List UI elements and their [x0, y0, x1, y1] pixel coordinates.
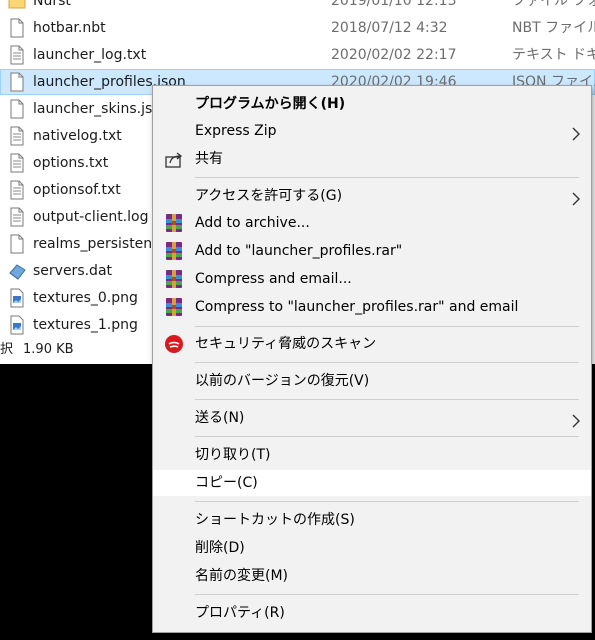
menu-item-label: 削除(D)	[195, 540, 245, 556]
file-name: servers.dat	[33, 263, 113, 279]
menu-separator	[195, 501, 579, 502]
menu-item[interactable]: Add to archive...	[153, 210, 591, 236]
file-icon	[8, 99, 26, 119]
file-date: 2019/01/10 12:13	[331, 0, 457, 9]
file-row[interactable]: Nurst 2019/01/10 12:13 ファイル フォルダー	[0, 0, 595, 14]
menu-item-label: コピー(C)	[195, 475, 258, 491]
menu-item[interactable]: プログラムから開く(H)	[153, 91, 591, 117]
menu-item-label: 送る(N)	[195, 410, 245, 426]
menu-separator	[195, 362, 579, 363]
menu-item[interactable]: 名前の変更(M)	[153, 563, 591, 589]
text-file-icon	[8, 126, 26, 146]
menu-item[interactable]: Compress to "launcher_profiles.rar" and …	[153, 294, 591, 320]
menu-item-label: プロパティ(R)	[195, 605, 285, 621]
menu-item[interactable]: ショートカットの作成(S)	[153, 507, 591, 533]
menu-separator	[195, 436, 579, 437]
chevron-right-icon	[571, 411, 581, 428]
winrar-icon	[164, 241, 184, 261]
menu-item-label: プログラムから開く(H)	[195, 96, 346, 112]
menu-item-label: Add to "launcher_profiles.rar"	[195, 243, 403, 259]
share-icon	[164, 149, 184, 169]
security-scan-icon	[164, 334, 184, 354]
file-type: テキスト ドキュメント	[512, 47, 595, 63]
chevron-right-icon	[571, 189, 581, 206]
menu-item-label: 名前の変更(M)	[195, 568, 289, 584]
winrar-icon	[164, 297, 184, 317]
chevron-right-icon	[571, 124, 581, 141]
menu-item-label: Compress and email...	[195, 271, 352, 287]
status-size: 1.90 KB	[23, 342, 74, 357]
file-name: nativelog.txt	[33, 128, 122, 144]
menu-item-label: アクセスを許可する(G)	[195, 188, 343, 204]
menu-item[interactable]: コピー(C)	[153, 470, 591, 496]
menu-item-label: ショートカットの作成(S)	[195, 512, 355, 528]
file-row[interactable]: hotbar.nbt 2018/07/12 4:32 NBT ファイル	[0, 15, 595, 41]
status-selection: 択	[0, 342, 14, 357]
file-type: ファイル フォルダー	[512, 0, 595, 9]
file-date: 2020/02/02 22:17	[331, 47, 457, 63]
menu-separator	[195, 594, 579, 595]
winrar-icon	[164, 213, 184, 233]
menu-item[interactable]: 送る(N)	[153, 405, 591, 431]
file-name: textures_1.png	[33, 317, 138, 333]
text-file-icon	[8, 207, 26, 227]
file-date: 2018/07/12 4:32	[331, 20, 448, 36]
file-name: Nurst	[33, 0, 71, 9]
folder-icon	[8, 0, 26, 11]
menu-item-label: Express Zip	[195, 123, 277, 139]
file-icon	[8, 234, 26, 254]
file-type: NBT ファイル	[512, 20, 595, 36]
menu-item[interactable]: セキュリティ脅威のスキャン	[153, 331, 591, 357]
menu-item[interactable]: 以前のバージョンの復元(V)	[153, 368, 591, 394]
menu-item-label: Add to archive...	[195, 215, 310, 231]
file-name: options.txt	[33, 155, 109, 171]
winrar-icon	[164, 269, 184, 289]
menu-item[interactable]: 切り取り(T)	[153, 442, 591, 468]
menu-item[interactable]: プロパティ(R)	[153, 600, 591, 626]
text-file-icon	[8, 153, 26, 173]
context-menu: プログラムから開く(H) Express Zip 共有アクセスを許可する(G) Add…	[152, 85, 592, 633]
menu-item-label: 共有	[195, 151, 223, 167]
menu-separator	[195, 326, 579, 327]
file-name: optionsof.txt	[33, 182, 121, 198]
status-bar: 択 1.90 KB	[0, 338, 74, 362]
file-name: textures_0.png	[33, 290, 138, 306]
menu-item-label: 以前のバージョンの復元(V)	[195, 373, 370, 389]
menu-item[interactable]: 削除(D)	[153, 535, 591, 561]
file-row[interactable]: launcher_log.txt 2020/02/02 22:17 テキスト ドキュ…	[0, 42, 595, 68]
image-file-icon	[8, 288, 26, 308]
menu-item[interactable]: アクセスを許可する(G)	[153, 183, 591, 209]
text-file-icon	[8, 45, 26, 65]
menu-item[interactable]: Compress and email...	[153, 266, 591, 292]
menu-separator	[195, 177, 579, 178]
file-name: output-client.log	[33, 209, 149, 225]
file-icon	[8, 72, 26, 92]
menu-item-label: Compress to "launcher_profiles.rar" and …	[195, 299, 519, 315]
menu-separator	[195, 399, 579, 400]
menu-item-label: 切り取り(T)	[195, 447, 271, 463]
file-name: launcher_log.txt	[33, 47, 147, 63]
file-name: hotbar.nbt	[33, 20, 106, 36]
menu-item[interactable]: Express Zip	[153, 118, 591, 144]
file-icon	[8, 18, 26, 38]
menu-item[interactable]: 共有	[153, 146, 591, 172]
menu-item[interactable]: Add to "launcher_profiles.rar"	[153, 238, 591, 264]
data-file-icon	[8, 261, 26, 281]
menu-item-label: セキュリティ脅威のスキャン	[195, 336, 377, 352]
text-file-icon	[8, 180, 26, 200]
file-name: launcher_skins.json	[33, 101, 170, 117]
image-file-icon	[8, 315, 26, 335]
